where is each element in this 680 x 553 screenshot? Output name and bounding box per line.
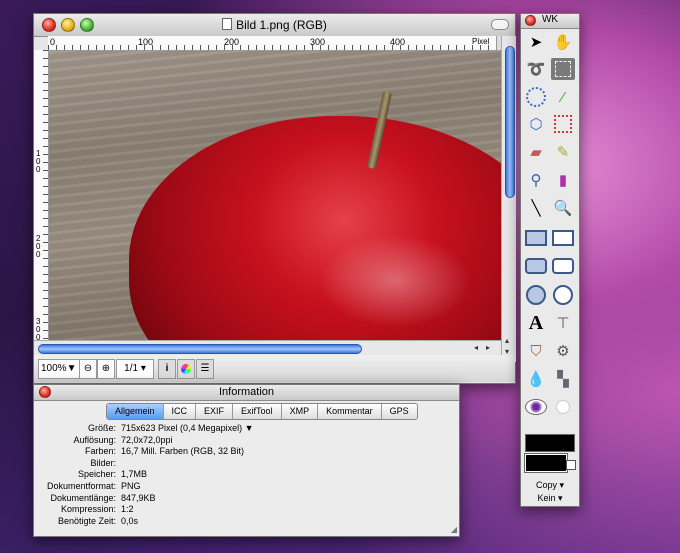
vertical-scroll-thumb[interactable] xyxy=(505,46,515,198)
zoom-select[interactable]: 100%▼ xyxy=(38,359,80,379)
ruler-tick: 300 xyxy=(310,37,326,47)
vertical-ruler: 100 200 300 xyxy=(34,50,49,342)
ruler-tick: 100 xyxy=(36,149,41,174)
ruler-tick: 300 xyxy=(36,317,41,342)
foreground-color-swatch[interactable] xyxy=(525,434,575,452)
info-tabs: Allgemein ICC EXIF ExifTool XMP Kommenta… xyxy=(106,403,418,420)
blend-mode-menu[interactable]: Kein ▾ xyxy=(521,493,579,504)
ruler-tick: 0 xyxy=(50,37,56,47)
ruler-tick: 100 xyxy=(138,37,154,47)
image-window: Bild 1.png (RGB) 0 100 200 300 400 Pixel… xyxy=(33,13,516,384)
crop-tool-icon[interactable] xyxy=(551,113,575,135)
magic-wand-tool-icon[interactable]: ⁄ xyxy=(551,86,575,108)
rounded-rect-outline-tool-icon[interactable] xyxy=(551,255,575,277)
zoom-in-icon[interactable]: ⊕ xyxy=(97,359,115,379)
smudge-tool-icon[interactable]: ⊤ xyxy=(551,312,575,334)
line-tool-icon[interactable]: ╲ xyxy=(524,197,548,219)
tools-palette: WK ➤ ✋ ➰ ⁄ ⬡ ▰ ✎ ⚲ ▮ ╲ 🔍 A ⊤ ⛉ ⚙ 💧 ▚ Cop… xyxy=(520,13,580,507)
rectangle-fill-tool-icon[interactable] xyxy=(524,227,548,249)
info-row-memory: Speicher: 1,7MB xyxy=(77,469,148,480)
scroll-left-arrow[interactable]: ◂ xyxy=(474,343,478,352)
ruler-unit-label: Pixel xyxy=(472,37,490,46)
clone-tool-icon[interactable]: ⚙ xyxy=(551,340,575,362)
text-tool-icon[interactable]: A xyxy=(524,312,548,334)
tab-xmp[interactable]: XMP xyxy=(282,404,319,419)
info-row-images: Bilder: xyxy=(90,457,116,468)
paint-bucket-tool-icon[interactable]: ▮ xyxy=(551,169,575,191)
horizontal-scroll-thumb[interactable] xyxy=(38,344,362,354)
arrow-tool-icon[interactable]: ➤ xyxy=(524,31,548,53)
info-row-size: Größe: 715x623 Pixel (0,4 Megapixel) ▼ xyxy=(87,423,254,433)
info-row-time: Benötigte Zeit: 0,0s xyxy=(57,515,139,526)
rectangle-outline-tool-icon[interactable] xyxy=(551,227,575,249)
tab-icc[interactable]: ICC xyxy=(164,404,197,419)
ellipse-outline-tool-icon[interactable] xyxy=(551,284,575,306)
image-statusbar: 100%▼ ⊖ ⊕ 1/1 ▾ i ☰ xyxy=(34,355,515,382)
toolbar-toggle-button[interactable] xyxy=(491,19,509,30)
resize-grip-icon[interactable]: ◢ xyxy=(451,525,457,534)
tab-gps[interactable]: GPS xyxy=(382,404,417,419)
tab-exiftool[interactable]: ExifTool xyxy=(233,404,282,419)
tab-exif[interactable]: EXIF xyxy=(196,404,234,419)
info-window: Information Allgemein ICC EXIF ExifTool … xyxy=(33,384,460,537)
eyedropper-tool-icon[interactable]: ⚲ xyxy=(524,169,548,191)
image-canvas[interactable] xyxy=(49,51,501,340)
histogram-icon[interactable]: ☰ xyxy=(196,359,214,379)
blur-tool-icon[interactable]: 💧 xyxy=(524,368,548,390)
color-channels-icon[interactable] xyxy=(177,359,195,379)
vertical-scrollbar[interactable]: ▴ ▾ xyxy=(501,36,516,362)
eraser-tool-icon[interactable]: ▰ xyxy=(524,141,548,163)
copy-mode-menu[interactable]: Copy ▾ xyxy=(521,480,579,491)
sharpen-tool-icon[interactable]: ▚ xyxy=(551,368,575,390)
document-icon xyxy=(222,18,233,30)
hand-tool-icon[interactable]: ✋ xyxy=(551,31,575,53)
ellipse-fill-tool-icon[interactable] xyxy=(524,284,548,306)
stamp-tool-icon[interactable]: ⛉ xyxy=(524,340,548,362)
tools-titlebar[interactable]: WK xyxy=(521,14,579,29)
polygon-lasso-tool-icon[interactable]: ⬡ xyxy=(524,113,548,135)
zoom-out-icon[interactable]: ⊖ xyxy=(79,359,97,379)
page-select[interactable]: 1/1 ▾ xyxy=(116,359,154,379)
info-icon[interactable]: i xyxy=(158,359,176,379)
rounded-rect-fill-tool-icon[interactable] xyxy=(524,255,548,277)
info-row-format: Dokumentformat: PNG xyxy=(46,480,141,491)
ruler-tick: 200 xyxy=(224,37,240,47)
swap-colors-icon[interactable] xyxy=(566,460,576,470)
info-row-resolution: Auflösung: 72,0x72,0ppi xyxy=(73,434,173,445)
scroll-up-arrow[interactable]: ▴ xyxy=(505,336,509,345)
tab-allgemein[interactable]: Allgemein xyxy=(107,404,164,419)
image-window-titlebar[interactable]: Bild 1.png (RGB) xyxy=(34,14,515,37)
ellipse-select-tool-icon[interactable] xyxy=(524,86,548,108)
scroll-right-arrow[interactable]: ▸ xyxy=(486,343,490,352)
info-window-titlebar[interactable]: Information xyxy=(34,385,459,401)
info-row-compression: Kompression: 1:2 xyxy=(60,504,134,515)
ruler-tick: 200 xyxy=(36,234,41,259)
hide-dot-icon[interactable] xyxy=(551,396,575,418)
window-title: Bild 1.png (RGB) xyxy=(34,18,515,32)
lasso-tool-icon[interactable]: ➰ xyxy=(524,58,548,80)
preview-eye-icon[interactable] xyxy=(524,396,548,418)
palette-title: WK xyxy=(541,14,559,25)
horizontal-ruler: 0 100 200 300 400 Pixel xyxy=(48,36,496,51)
background-color-swatch[interactable] xyxy=(524,453,568,473)
tab-kommentar[interactable]: Kommentar xyxy=(318,404,382,419)
info-row-length: Dokumentlänge: 847,9KB xyxy=(50,492,156,503)
pencil-tool-icon[interactable]: ✎ xyxy=(551,141,575,163)
horizontal-scrollbar[interactable]: ◂ ▸ xyxy=(34,340,501,355)
info-row-colors: Farben: 16,7 Mill. Farben (RGB, 32 Bit) xyxy=(84,446,245,457)
rect-select-tool-icon[interactable] xyxy=(551,58,575,80)
info-list: Größe: 715x623 Pixel (0,4 Megapixel) ▼ Au… xyxy=(34,423,459,527)
ruler-tick: 400 xyxy=(390,37,406,47)
magnifier-tool-icon[interactable]: 🔍 xyxy=(551,197,575,219)
window-title: Information xyxy=(218,386,275,398)
